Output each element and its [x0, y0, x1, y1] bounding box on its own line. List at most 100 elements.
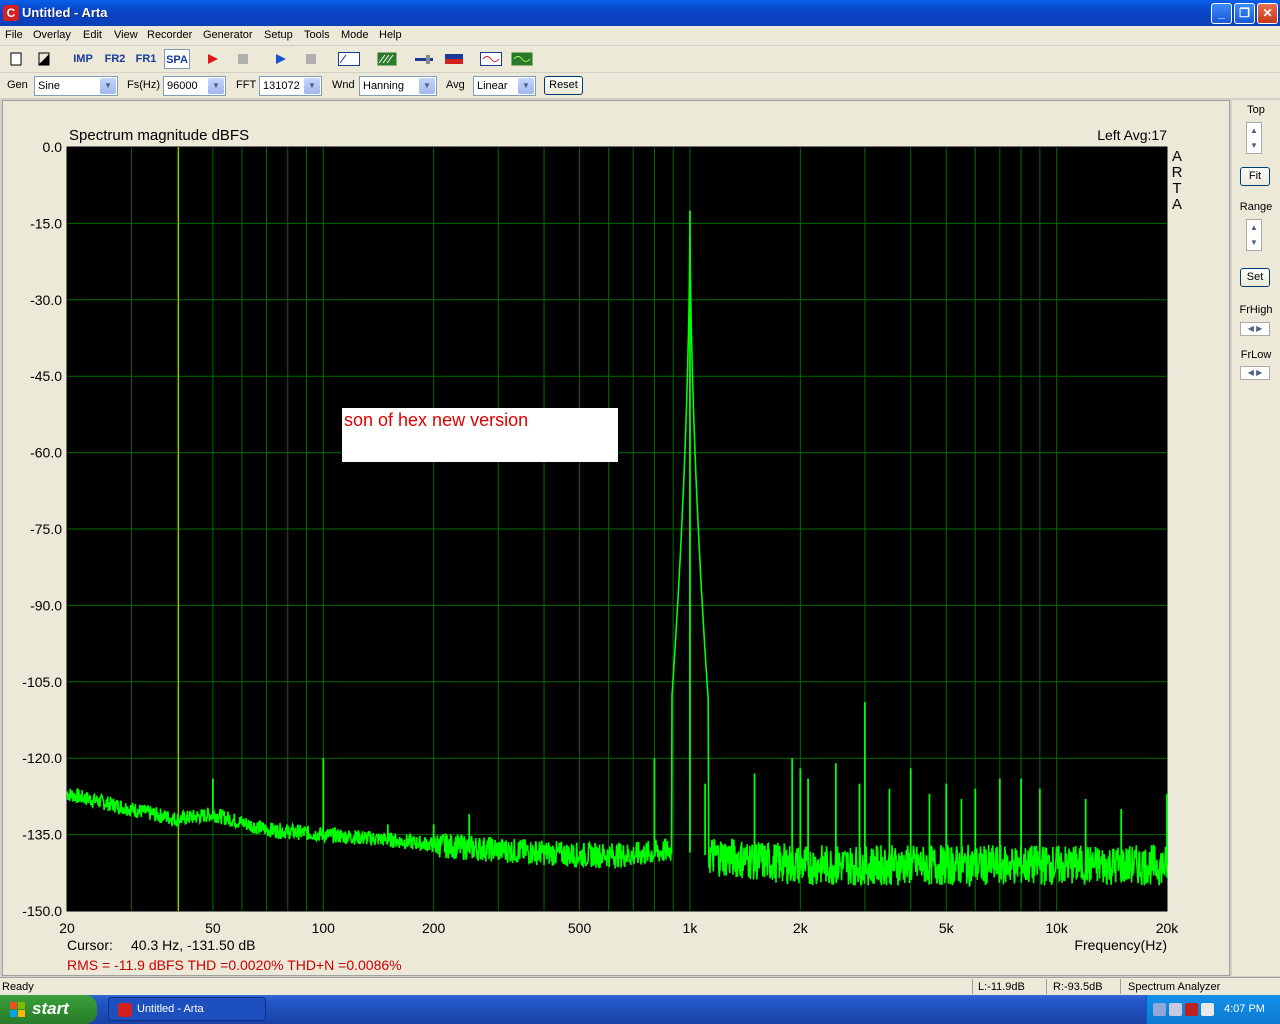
x-axis-label: Frequency(Hz) [1074, 937, 1167, 953]
network-icon[interactable] [1153, 1003, 1166, 1016]
scope-icon[interactable] [479, 49, 503, 69]
title-bar: C Untitled - Arta _ ❐ ✕ [0, 0, 1280, 26]
cursor-value: 40.3 Hz, -131.50 dB [131, 937, 256, 953]
avg-select[interactable]: Linear ▼ [473, 76, 536, 96]
wnd-select[interactable]: Hanning ▼ [359, 76, 437, 96]
arta-watermark-letter: A [1172, 196, 1182, 213]
fs-select[interactable]: 96000 ▼ [163, 76, 226, 96]
y-tick-label: -150.0 [22, 903, 62, 919]
frhigh-spinner[interactable]: ◀ ▶ [1240, 322, 1270, 336]
y-tick-label: -45.0 [30, 368, 62, 384]
menu-file[interactable]: File [5, 29, 23, 41]
chevron-down-icon[interactable]: ▼ [208, 78, 224, 94]
abc-icon[interactable] [337, 49, 361, 69]
range-spinner[interactable]: ▲ ▼ [1246, 219, 1262, 251]
arta-app-icon[interactable]: C [3, 5, 19, 21]
gen-label: Gen [7, 79, 28, 91]
play-icon[interactable] [270, 49, 292, 69]
up-arrow-icon[interactable]: ▲ [1247, 123, 1261, 138]
menu-tools[interactable]: Tools [304, 29, 330, 41]
spa-button[interactable]: SPA [164, 49, 190, 69]
y-tick-label: -135.0 [22, 827, 62, 843]
security-icon[interactable] [1185, 1003, 1198, 1016]
down-arrow-icon[interactable]: ▼ [1247, 138, 1261, 153]
chevron-down-icon[interactable]: ▼ [419, 78, 435, 94]
frlow-label: FrLow [1240, 349, 1272, 361]
y-tick-label: -75.0 [30, 521, 62, 537]
arta-watermark-letter: T [1172, 180, 1181, 197]
avg-label: Avg [446, 79, 465, 91]
status-left-level: L:-11.9dB [978, 981, 1025, 993]
y-tick-label: -90.0 [30, 597, 62, 613]
chevron-down-icon[interactable]: ▼ [304, 78, 320, 94]
top-spinner[interactable]: ▲ ▼ [1246, 122, 1262, 154]
y-tick-label: -15.0 [30, 215, 62, 231]
spectrum-chart[interactable]: 0.0 -15.0 -30.0 -45.0 -60.0 -75.0 -90.0 -105.0 -… [3, 101, 1229, 975]
menu-bar: File Overlay Edit View Recorder Generato… [0, 26, 1280, 45]
plot-title: Spectrum magnitude dBFS [69, 127, 249, 144]
y-tick-label: -120.0 [22, 750, 62, 766]
eset-icon[interactable] [1201, 1003, 1214, 1016]
status-bar: Ready L:-11.9dB R:-93.5dB Spectrum Analy… [0, 977, 1280, 995]
gen-select[interactable]: Sine ▼ [34, 76, 118, 96]
status-separator [1046, 979, 1047, 994]
taskbar-item-arta[interactable]: Untitled - Arta [108, 997, 266, 1021]
start-button[interactable]: start [0, 995, 97, 1024]
record-icon[interactable] [202, 49, 224, 69]
fr2-button[interactable]: FR2 [102, 49, 128, 69]
annotation-text: son of hex new version [344, 410, 529, 430]
fs-value: 96000 [167, 80, 198, 92]
windows-logo-icon [10, 1002, 25, 1017]
imp-button[interactable]: IMP [70, 49, 96, 69]
toolbar: IMP FR2 FR1 SPA [0, 46, 1280, 72]
close-button[interactable]: ✕ [1257, 3, 1278, 24]
window-title: Untitled - Arta [22, 5, 108, 20]
menu-mode[interactable]: Mode [341, 29, 369, 41]
wnd-label: Wnd [332, 79, 355, 91]
slider-icon[interactable] [412, 49, 436, 69]
fft-value: 131072 [263, 80, 300, 92]
chevron-down-icon[interactable]: ▼ [100, 78, 116, 94]
volume-icon[interactable] [1169, 1003, 1182, 1016]
menu-help[interactable]: Help [379, 29, 402, 41]
frlow-spinner[interactable]: ◀ ▶ [1240, 366, 1270, 380]
chart-icon[interactable] [375, 49, 399, 69]
reset-button[interactable]: Reset [544, 76, 583, 95]
x-tick-label: 20 [59, 920, 75, 936]
up-arrow-icon[interactable]: ▲ [1247, 220, 1261, 235]
menu-setup[interactable]: Setup [264, 29, 293, 41]
menu-recorder[interactable]: Recorder [147, 29, 192, 41]
system-tray: 4:07 PM [1146, 995, 1280, 1024]
status-right-level: R:-93.5dB [1053, 981, 1103, 993]
status-mode: Spectrum Analyzer [1128, 981, 1221, 993]
fft-select[interactable]: 131072 ▼ [259, 76, 322, 96]
stop-icon[interactable] [232, 49, 254, 69]
arta-watermark-letter: R [1172, 164, 1183, 181]
range-label: Range [1239, 201, 1273, 213]
fit-button[interactable]: Fit [1240, 167, 1270, 186]
level-icon[interactable] [442, 49, 466, 69]
fft-label: FFT [236, 79, 257, 91]
control-bar: Gen Sine ▼ Fs(Hz) 96000 ▼ FFT 131072 ▼ Wnd … [0, 73, 1280, 98]
minimize-button[interactable]: _ [1211, 3, 1232, 24]
top-label: Top [1247, 104, 1265, 116]
x-tick-label: 200 [422, 920, 446, 936]
start-label: start [32, 999, 69, 1018]
chevron-down-icon[interactable]: ▼ [518, 78, 534, 94]
y-tick-label: 0.0 [43, 139, 63, 155]
menu-overlay[interactable]: Overlay [33, 29, 71, 41]
new-document-icon[interactable] [5, 49, 27, 69]
maximize-button[interactable]: ❐ [1234, 3, 1255, 24]
menu-view[interactable]: View [114, 29, 138, 41]
fr1-button[interactable]: FR1 [133, 49, 159, 69]
down-arrow-icon[interactable]: ▼ [1247, 235, 1261, 250]
stop2-icon[interactable] [300, 49, 322, 69]
set-button[interactable]: Set [1240, 268, 1270, 287]
menu-generator[interactable]: Generator [203, 29, 253, 41]
stats-readout: RMS = -11.9 dBFS THD =0.0020% THD+N =0.0… [67, 957, 402, 973]
generator-icon[interactable] [510, 49, 534, 69]
x-tick-label: 2k [793, 920, 809, 936]
menu-edit[interactable]: Edit [83, 29, 102, 41]
fs-label: Fs(Hz) [127, 79, 160, 91]
open-icon[interactable] [33, 49, 55, 69]
